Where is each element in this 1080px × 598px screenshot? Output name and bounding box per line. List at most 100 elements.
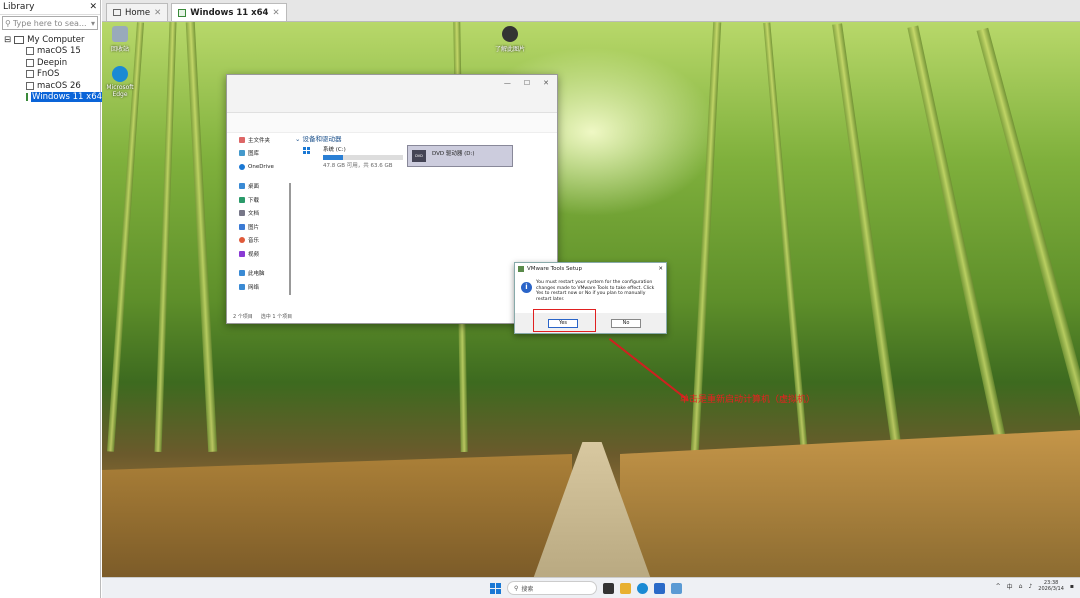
computer-icon <box>14 35 25 44</box>
store-icon[interactable] <box>654 582 665 594</box>
tree-item-vm[interactable]: macOS 26 <box>4 80 100 92</box>
desktop-icon-label: 了解此图片 <box>494 46 525 53</box>
nav-item-network[interactable]: 网络 <box>231 280 289 294</box>
explorer-statusbar: 2 个项目 选中 1 个项目 <box>233 313 292 320</box>
library-search-input[interactable]: ⚲ Type here to sea... ▾ <box>2 16 98 30</box>
desktop-icon-edge[interactable]: Microsoft Edge <box>102 66 138 98</box>
nav-item-downloads[interactable]: 下载 <box>231 193 289 207</box>
minimize-button[interactable]: — <box>504 79 511 87</box>
nav-item-documents[interactable]: 文档 <box>231 207 289 221</box>
volume-icon[interactable]: ♪ <box>1028 583 1032 590</box>
wallpaper-grass <box>102 454 572 577</box>
vmware-icon <box>518 266 524 272</box>
nav-item-onedrive[interactable]: OneDrive <box>231 160 289 174</box>
no-button[interactable]: No <box>611 319 641 328</box>
library-header: Library ✕ <box>0 0 100 15</box>
drive-d-selected[interactable]: DVD DVD 驱动器 (D:) <box>407 145 513 167</box>
clock-date: 2026/3/14 <box>1038 586 1064 592</box>
nav-item-desktop[interactable]: 桌面 <box>231 180 289 194</box>
tree-item-label: macOS 15 <box>37 46 81 57</box>
tree-item-label: Deepin <box>37 57 68 68</box>
collapse-icon[interactable]: ⊟ <box>4 35 11 45</box>
start-button[interactable] <box>490 582 501 594</box>
nav-item-pictures[interactable]: 图片 <box>231 220 289 234</box>
clock[interactable]: 23:38 2026/3/14 <box>1038 580 1064 592</box>
explorer-addressbar[interactable] <box>227 91 557 113</box>
desktop-icon-recycle-bin[interactable]: 回收站 <box>102 26 138 53</box>
nav-item-home[interactable]: 主文件夹 <box>231 133 289 147</box>
nav-label: OneDrive <box>248 163 274 170</box>
nav-label: 音乐 <box>248 238 260 245</box>
windows-drive-icon <box>303 147 317 157</box>
notification-icon[interactable]: ▪ <box>1070 583 1074 590</box>
taskbar-center: ⚲ 搜索 <box>490 581 682 595</box>
tree-root-label: My Computer <box>27 34 85 45</box>
nav-label: 视频 <box>248 251 260 258</box>
library-search-placeholder: Type here to sea... <box>12 18 87 28</box>
drive-c-label: 系统 (C:) <box>323 147 346 153</box>
drive-c-space: 47.8 GB 可用，共 63.6 GB <box>323 163 393 169</box>
vm-icon <box>26 81 34 90</box>
tab-close-icon[interactable]: ✕ <box>272 8 279 18</box>
search-icon: ⚲ <box>5 18 11 28</box>
wallpaper-bamboo <box>185 22 218 452</box>
dialog-titlebar: VMware Tools Setup ✕ <box>515 263 666 275</box>
edge-icon[interactable] <box>637 582 648 594</box>
nav-item-this-pc[interactable]: 此电脑 <box>231 267 289 281</box>
library-close-icon[interactable]: ✕ <box>89 2 97 12</box>
music-icon <box>239 237 245 244</box>
nav-scrollbar[interactable] <box>289 183 291 295</box>
nav-item-gallery[interactable]: 图库 <box>231 147 289 161</box>
chevron-up-icon[interactable]: ^ <box>996 583 1001 590</box>
maximize-button[interactable]: ☐ <box>524 79 530 87</box>
tab-label: Windows 11 x64 <box>190 7 269 18</box>
tree-item-vm[interactable]: Deepin <box>4 57 100 69</box>
section-header[interactable]: ⌄ 设备和驱动器 <box>295 133 551 143</box>
windows-taskbar: ⚲ 搜索 ^ 中 ⌂ ♪ 23:38 2026/3/14 ▪ <box>102 577 1080 598</box>
tree-item-vm[interactable]: FnOS <box>4 69 100 81</box>
ime-indicator[interactable]: 中 <box>1007 582 1013 591</box>
close-button[interactable]: ✕ <box>543 79 549 87</box>
library-title: Library <box>3 2 35 12</box>
search-icon: ⚲ <box>514 584 519 592</box>
vm-icon <box>26 70 34 79</box>
annotation-arrow <box>609 338 689 401</box>
chevron-down-icon[interactable]: ▾ <box>91 19 95 28</box>
nav-label: 文档 <box>248 211 260 218</box>
edge-icon <box>112 66 128 82</box>
picture-icon <box>239 223 245 230</box>
vmware-tools-icon[interactable] <box>671 582 682 594</box>
nav-item-videos[interactable]: 视频 <box>231 247 289 261</box>
download-icon <box>239 196 245 203</box>
computer-icon <box>239 270 245 277</box>
tree-item-vm[interactable]: macOS 15 <box>4 46 100 58</box>
wallpaper-bamboo <box>690 22 722 452</box>
tab-close-icon[interactable]: ✕ <box>154 8 161 18</box>
task-view-icon[interactable] <box>603 582 614 594</box>
annotation-text: 单击是重新启动计算机（虚拟机） <box>680 395 816 405</box>
library-tree: ⊟ My Computer macOS 15 Deepin FnOS macOS… <box>0 31 104 104</box>
explorer-nav-pane: 主文件夹 图库 OneDrive 桌面 下载 文档 图片 音乐 视频 此电脑 网… <box>227 133 289 313</box>
dialog-close-icon[interactable]: ✕ <box>658 266 663 272</box>
vm-desktop[interactable]: 回收站 Microsoft Edge 了解此图片 — ☐ ✕ 主文件夹 图库 O… <box>102 22 1080 577</box>
tab-windows11[interactable]: Windows 11 x64 ✕ <box>171 3 287 21</box>
dialog-body: i You must restart your system for the c… <box>515 275 666 313</box>
tree-item-vm-selected[interactable]: Windows 11 x64 <box>4 92 104 104</box>
desktop-icon-learn-picture[interactable]: 了解此图片 <box>492 26 528 53</box>
tree-root-my-computer[interactable]: ⊟ My Computer <box>4 34 100 46</box>
dvd-drive-icon: DVD <box>412 150 426 162</box>
cloud-icon <box>239 163 245 170</box>
system-tray: ^ 中 ⌂ ♪ 23:38 2026/3/14 ▪ <box>996 580 1074 592</box>
network-icon[interactable]: ⌂ <box>1019 583 1023 590</box>
explorer-toolbar <box>227 113 557 133</box>
nav-item-music[interactable]: 音乐 <box>231 234 289 248</box>
drive-c[interactable]: 系统 (C:) 47.8 GB 可用，共 63.6 GB <box>303 145 403 169</box>
file-explorer-icon[interactable] <box>620 582 631 594</box>
explorer-content: ⌄ 设备和驱动器 系统 (C:) 47.8 GB 可用，共 63.6 GB DV… <box>295 133 551 313</box>
nav-label: 主文件夹 <box>248 137 271 144</box>
explorer-titlebar: — ☐ ✕ <box>227 75 557 91</box>
taskbar-search-input[interactable]: ⚲ 搜索 <box>507 581 597 595</box>
drive-d-label: DVD 驱动器 (D:) <box>432 151 475 157</box>
document-icon <box>239 210 245 217</box>
tab-home[interactable]: Home ✕ <box>106 3 169 21</box>
